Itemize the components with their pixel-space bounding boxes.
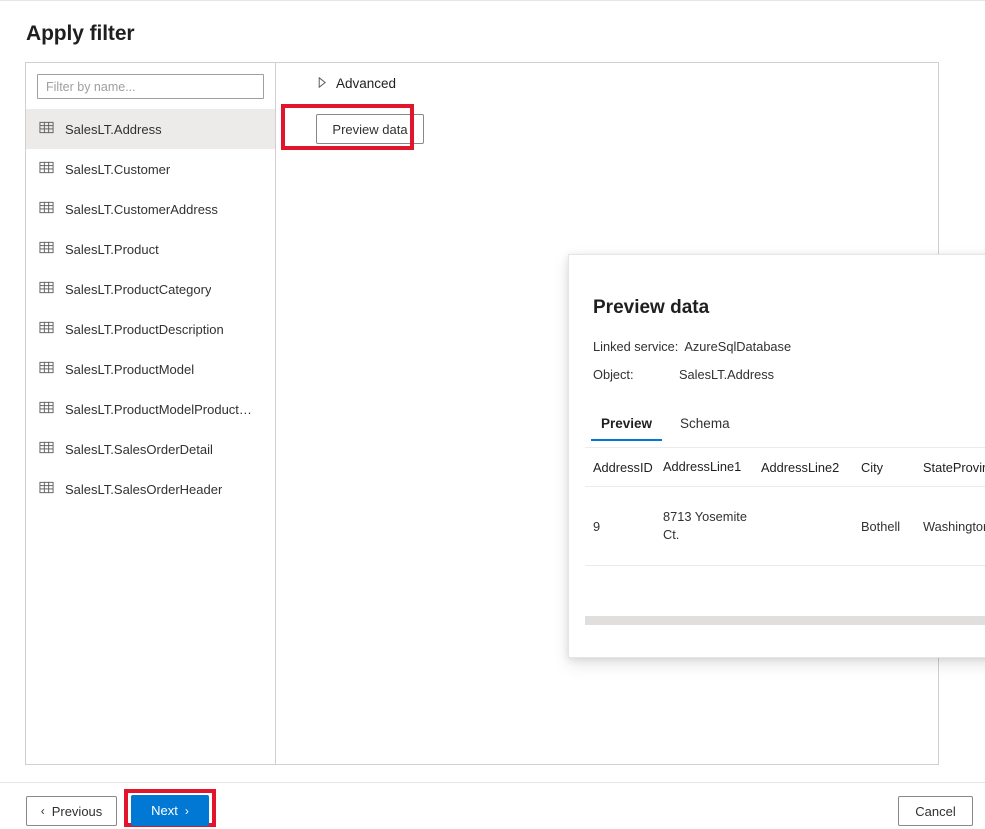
grid-header-cell: StateProvince xyxy=(923,460,985,475)
table-list: SalesLT.Address SalesLT.Customer SalesLT… xyxy=(26,109,275,509)
list-item[interactable]: SalesLT.ProductModel xyxy=(26,349,275,389)
list-item-label: SalesLT.ProductCategory xyxy=(65,282,211,297)
list-item-label: SalesLT.ProductModelProductDe... xyxy=(65,402,253,417)
table-grid-icon xyxy=(39,440,54,458)
next-button-label: Next xyxy=(151,803,178,818)
linked-service-label: Linked service: xyxy=(593,339,678,354)
preview-data-panel: Preview data Linked service: AzureSqlDat… xyxy=(568,254,985,658)
list-item[interactable]: SalesLT.ProductModelProductDe... xyxy=(26,389,275,429)
list-item[interactable]: SalesLT.ProductCategory xyxy=(26,269,275,309)
list-item[interactable]: SalesLT.SalesOrderHeader xyxy=(26,469,275,509)
preview-data-grid: AddressID AddressLine1 AddressLine2 City… xyxy=(585,447,985,629)
cancel-button[interactable]: Cancel xyxy=(898,796,973,826)
grid-cell-addressid: 9 xyxy=(585,519,663,534)
apply-filter-container: SalesLT.Address SalesLT.Customer SalesLT… xyxy=(25,62,939,765)
list-item-label: SalesLT.ProductModel xyxy=(65,362,194,377)
preview-panel-metadata: Linked service: AzureSqlDatabase Object:… xyxy=(593,339,791,395)
list-item-label: SalesLT.Address xyxy=(65,122,162,137)
advanced-label: Advanced xyxy=(336,76,396,91)
grid-cell-city: Bothell xyxy=(861,519,923,534)
next-button[interactable]: Next › xyxy=(131,795,209,826)
table-grid-icon xyxy=(39,480,54,498)
table-grid-icon xyxy=(39,240,54,258)
table-grid-icon xyxy=(39,400,54,418)
grid-header-cell: AddressLine2 xyxy=(761,460,861,475)
grid-header-cell: City xyxy=(861,460,923,475)
previous-button[interactable]: ‹ Previous xyxy=(26,796,117,826)
object-value: SalesLT.Address xyxy=(679,367,774,382)
list-item-label: SalesLT.SalesOrderHeader xyxy=(65,482,222,497)
filter-input-container xyxy=(26,63,275,109)
grid-divider xyxy=(585,565,985,566)
grid-header-cell: AddressID xyxy=(585,460,663,475)
list-item-label: SalesLT.SalesOrderDetail xyxy=(65,442,213,457)
table-grid-icon xyxy=(39,120,54,138)
chevron-right-icon: › xyxy=(185,805,189,817)
grid-horizontal-scrollbar[interactable] xyxy=(585,616,985,625)
object-label: Object: xyxy=(593,367,679,382)
page-title: Apply filter xyxy=(26,22,134,46)
list-item-label: SalesLT.Product xyxy=(65,242,159,257)
footer-divider xyxy=(0,782,985,783)
filter-by-name-input[interactable] xyxy=(37,74,264,99)
preview-data-button[interactable]: Preview data xyxy=(316,114,424,144)
page-top-divider xyxy=(0,0,985,1)
tab-preview[interactable]: Preview xyxy=(591,412,662,441)
table-grid-icon xyxy=(39,360,54,378)
chevron-left-icon: ‹ xyxy=(41,805,45,817)
table-row: 9 8713 Yosemite Ct. Bothell Washington U… xyxy=(585,487,985,565)
grid-cell-stateprovince: Washington xyxy=(923,519,985,534)
table-grid-icon xyxy=(39,320,54,338)
list-item[interactable]: SalesLT.SalesOrderDetail xyxy=(26,429,275,469)
list-item-label: SalesLT.ProductDescription xyxy=(65,322,224,337)
chevron-right-icon xyxy=(318,76,327,91)
filter-content-pane: Advanced Preview data xyxy=(276,63,938,764)
preview-panel-title: Preview data xyxy=(593,297,709,319)
list-item[interactable]: SalesLT.Address xyxy=(26,109,275,149)
list-item[interactable]: SalesLT.CustomerAddress xyxy=(26,189,275,229)
list-item[interactable]: SalesLT.Customer xyxy=(26,149,275,189)
object-row: Object: SalesLT.Address xyxy=(593,367,791,382)
table-grid-icon xyxy=(39,160,54,178)
tab-schema[interactable]: Schema xyxy=(670,412,740,441)
table-grid-icon xyxy=(39,280,54,298)
preview-panel-tabs: Preview Schema xyxy=(591,412,740,441)
list-item-label: SalesLT.Customer xyxy=(65,162,170,177)
grid-cell-addressline1: 8713 Yosemite Ct. xyxy=(663,508,761,544)
list-item[interactable]: SalesLT.ProductDescription xyxy=(26,309,275,349)
linked-service-row: Linked service: AzureSqlDatabase xyxy=(593,339,791,354)
list-item[interactable]: SalesLT.Product xyxy=(26,229,275,269)
table-list-pane: SalesLT.Address SalesLT.Customer SalesLT… xyxy=(26,63,276,764)
advanced-section-toggle[interactable]: Advanced xyxy=(318,76,396,91)
grid-header-row: AddressID AddressLine1 AddressLine2 City… xyxy=(585,448,985,486)
list-item-label: SalesLT.CustomerAddress xyxy=(65,202,218,217)
table-grid-icon xyxy=(39,200,54,218)
linked-service-value: AzureSqlDatabase xyxy=(684,339,791,354)
previous-button-label: Previous xyxy=(52,804,103,819)
grid-header-cell: AddressLine1 xyxy=(663,458,761,476)
